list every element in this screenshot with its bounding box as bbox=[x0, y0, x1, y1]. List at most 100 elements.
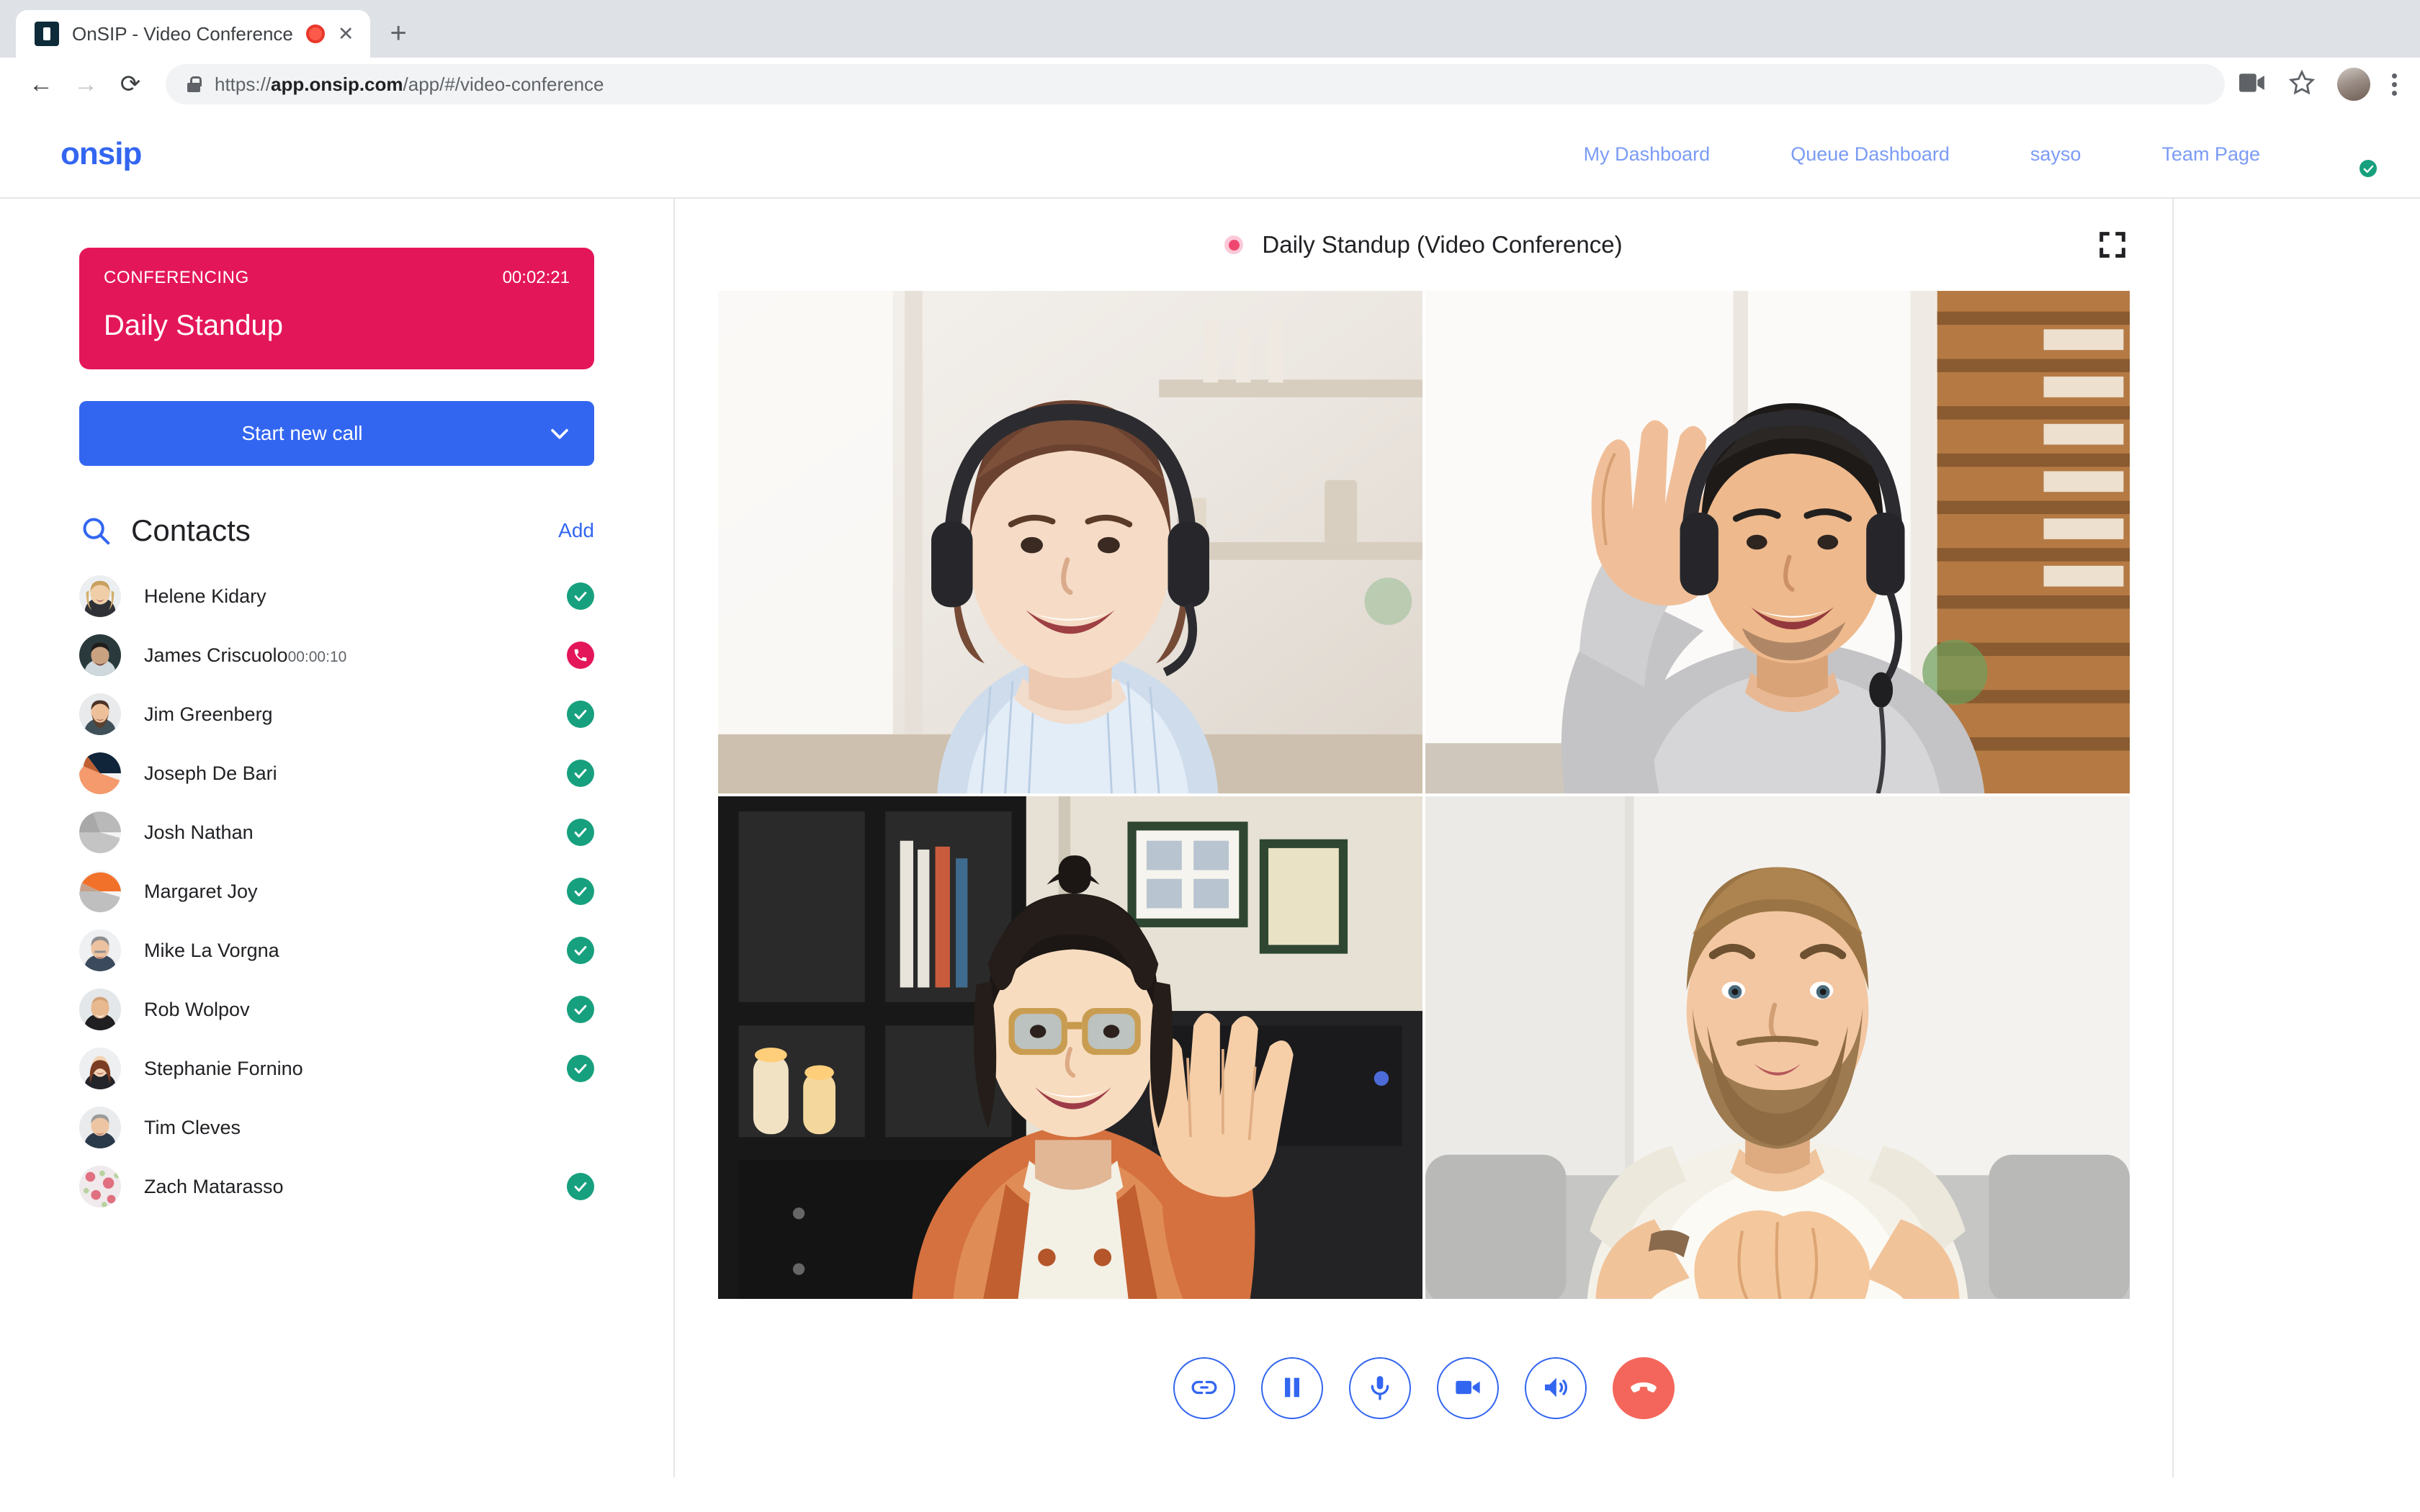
address-bar[interactable]: https://app.onsip.com/app/#/video-confer… bbox=[166, 64, 2225, 104]
kebab-menu-icon[interactable] bbox=[2392, 73, 2397, 96]
contact-row[interactable]: Zach Matarasso bbox=[79, 1157, 594, 1216]
contact-name: Josh Nathan bbox=[144, 821, 254, 843]
contact-info: Stephanie Fornino bbox=[144, 1058, 567, 1080]
contact-avatar bbox=[79, 930, 121, 971]
contact-avatar bbox=[79, 752, 121, 794]
right-gutter bbox=[2174, 199, 2420, 1477]
contact-info: Tim Cleves bbox=[144, 1117, 567, 1139]
contact-info: Mike La Vorgna bbox=[144, 940, 567, 962]
contact-info: James Criscuolo00:00:10 bbox=[144, 644, 567, 667]
video-conference-panel: Daily Standup (Video Conference) bbox=[675, 199, 2174, 1477]
participant-top-right[interactable] bbox=[1425, 291, 2130, 793]
contact-row[interactable]: Jim Greenberg bbox=[79, 685, 594, 744]
fullscreen-icon[interactable] bbox=[2096, 228, 2129, 261]
add-contact-button[interactable]: Add bbox=[558, 519, 594, 542]
available-check-icon bbox=[567, 1173, 594, 1200]
contact-row[interactable]: Rob Wolpov bbox=[79, 980, 594, 1039]
contact-info: Zach Matarasso bbox=[144, 1176, 567, 1198]
start-new-call-group: Start new call bbox=[79, 401, 594, 466]
conference-timer: 00:02:21 bbox=[502, 268, 570, 287]
available-check-icon bbox=[567, 819, 594, 846]
browser-omnibar: ← → ⟳ https://app.onsip.com/app/#/video-… bbox=[0, 58, 2420, 111]
contact-avatar bbox=[79, 575, 121, 617]
contact-avatar bbox=[79, 1107, 121, 1148]
available-check-icon bbox=[567, 1055, 594, 1082]
contact-row[interactable]: James Criscuolo00:00:10 bbox=[79, 626, 594, 685]
back-button[interactable]: ← bbox=[19, 62, 63, 107]
nav-item-my-dashboard[interactable]: My Dashboard bbox=[1543, 143, 1751, 166]
close-icon[interactable]: ✕ bbox=[338, 24, 354, 44]
recording-dot-icon bbox=[1224, 235, 1244, 254]
onsip-logo[interactable]: onsip bbox=[60, 136, 142, 172]
link-icon bbox=[1190, 1373, 1219, 1404]
conference-title: Daily Standup (Video Conference) bbox=[1262, 231, 1623, 258]
pause-icon bbox=[1278, 1373, 1307, 1404]
conference-card-top: CONFERENCING 00:02:21 bbox=[104, 268, 570, 288]
browser-chrome: OnSIP - Video Conference ✕ + ← → ⟳ https… bbox=[0, 0, 2420, 111]
contact-name: Margaret Joy bbox=[144, 880, 258, 902]
contact-row[interactable]: Tim Cleves bbox=[79, 1098, 594, 1157]
nav-item-queue-dashboard[interactable]: Queue Dashboard bbox=[1750, 143, 1990, 166]
contact-info: Helene Kidary bbox=[144, 585, 567, 608]
microphone-icon bbox=[1366, 1373, 1394, 1404]
available-check-icon bbox=[567, 996, 594, 1023]
end-call-button[interactable] bbox=[1612, 1357, 1675, 1419]
video-grid bbox=[718, 291, 2130, 1299]
star-icon[interactable] bbox=[2288, 69, 2316, 100]
active-conference-card[interactable]: CONFERENCING 00:02:21 Daily Standup bbox=[79, 248, 594, 369]
new-tab-button[interactable]: + bbox=[390, 19, 407, 58]
contact-row[interactable]: Josh Nathan bbox=[79, 803, 594, 862]
contact-call-timer: 00:00:10 bbox=[287, 648, 347, 665]
contact-avatar bbox=[79, 693, 121, 735]
contact-name: Mike La Vorgna bbox=[144, 939, 279, 961]
conference-header: Daily Standup (Video Conference) bbox=[675, 199, 2172, 291]
start-new-call-button[interactable]: Start new call bbox=[79, 401, 525, 466]
contact-name: Rob Wolpov bbox=[144, 998, 250, 1020]
nav-item-team-page[interactable]: Team Page bbox=[2121, 143, 2300, 166]
mute-button[interactable] bbox=[1348, 1357, 1411, 1419]
speaker-button[interactable] bbox=[1524, 1357, 1587, 1419]
contact-row[interactable]: Joseph De Bari bbox=[79, 744, 594, 803]
video-button[interactable] bbox=[1436, 1357, 1499, 1419]
user-avatar[interactable] bbox=[2329, 130, 2379, 179]
browser-profile-avatar[interactable] bbox=[2337, 68, 2370, 101]
contact-avatar bbox=[79, 1166, 121, 1207]
search-icon[interactable] bbox=[79, 514, 112, 547]
contact-info: Jim Greenberg bbox=[144, 703, 567, 726]
contact-row[interactable]: Margaret Joy bbox=[79, 862, 594, 921]
available-check-icon bbox=[567, 701, 594, 728]
hang-up-icon bbox=[1628, 1372, 1659, 1405]
available-check-icon bbox=[567, 582, 594, 610]
contact-info: Margaret Joy bbox=[144, 881, 567, 903]
participant-bottom-right[interactable] bbox=[1425, 796, 2130, 1299]
available-check-icon bbox=[567, 878, 594, 905]
contacts-header: Contacts Add bbox=[79, 513, 594, 548]
available-check-icon bbox=[567, 760, 594, 787]
nav-item-sayso[interactable]: sayso bbox=[1990, 143, 2122, 166]
hold-button[interactable] bbox=[1260, 1357, 1323, 1419]
url-text: https://app.onsip.com/app/#/video-confer… bbox=[215, 73, 604, 95]
sidebar: CONFERENCING 00:02:21 Daily Standup Star… bbox=[0, 199, 675, 1477]
camera-permission-icon[interactable] bbox=[2239, 73, 2267, 96]
contact-avatar bbox=[79, 870, 121, 912]
call-controls bbox=[675, 1299, 2172, 1477]
participant-bottom-left[interactable] bbox=[718, 796, 1422, 1299]
onsip-favicon-icon bbox=[35, 22, 59, 46]
participant-top-left[interactable] bbox=[718, 291, 1422, 793]
contact-row[interactable]: Mike La Vorgna bbox=[79, 921, 594, 980]
transfer-link-button[interactable] bbox=[1173, 1357, 1235, 1419]
contact-info: Josh Nathan bbox=[144, 822, 567, 844]
contact-avatar bbox=[79, 811, 121, 853]
contact-row[interactable]: Helene Kidary bbox=[79, 567, 594, 626]
on-call-badge-icon bbox=[567, 642, 594, 669]
contacts-title: Contacts bbox=[131, 513, 251, 547]
app-body: CONFERENCING 00:02:21 Daily Standup Star… bbox=[0, 199, 2420, 1477]
contact-info: Joseph De Bari bbox=[144, 762, 567, 785]
chevron-down-icon[interactable] bbox=[525, 401, 594, 466]
lock-icon bbox=[187, 76, 202, 92]
main-nav: My Dashboard Queue Dashboard sayso Team … bbox=[1543, 130, 2387, 179]
browser-tab[interactable]: OnSIP - Video Conference ✕ bbox=[16, 10, 370, 58]
forward-button[interactable]: → bbox=[63, 62, 108, 107]
contact-row[interactable]: Stephanie Fornino bbox=[79, 1039, 594, 1098]
reload-button[interactable]: ⟳ bbox=[108, 62, 153, 107]
